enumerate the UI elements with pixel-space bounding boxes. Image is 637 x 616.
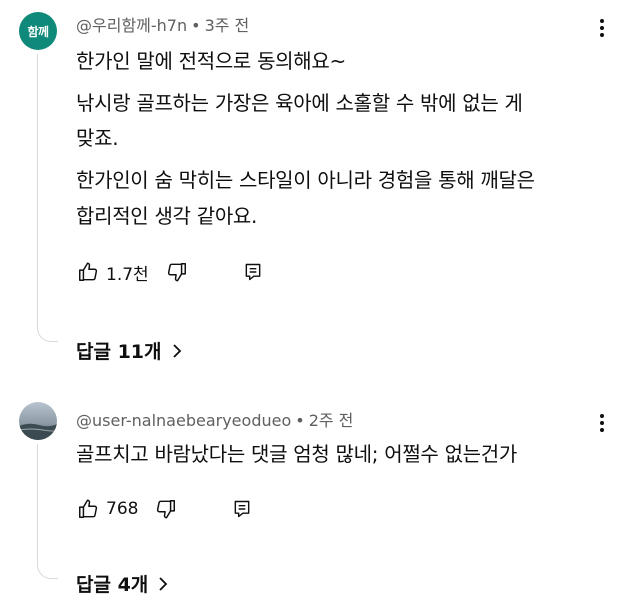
more-vert-icon [600,414,604,418]
avatar[interactable]: 함께 [19,12,57,50]
more-options-button[interactable] [592,15,612,41]
reply-icon[interactable] [230,497,254,521]
thumb-up-icon[interactable] [76,497,100,521]
more-vert-icon-dot [600,428,604,432]
comment-actions: 768 [76,496,254,522]
comment-text-line: 한가인 말에 전적으로 동의해요~ [76,49,346,73]
meta-separator: • [191,16,201,35]
replies-label: 답글 4개 [76,574,149,596]
thumb-down-icon[interactable] [154,497,178,521]
comment-author[interactable]: @우리함께-h7n [76,16,187,35]
chevron-right-icon [159,576,168,591]
comment-time[interactable]: 2주 전 [309,411,354,430]
more-vert-icon-dot [600,26,604,30]
thumb-down-icon[interactable] [165,260,189,284]
comment-text-line: 합리적인 생각 같아요. [76,204,258,228]
more-vert-icon [600,19,604,23]
thread-line [37,54,58,342]
thumb-up-icon[interactable] [76,260,100,284]
comment-text-line: 골프치고 바람났다는 댓글 엄청 많네; 어쩔수 없는건가 [76,442,517,466]
avatar-text: 함께 [27,24,49,39]
comment-text-line: 한가인이 숨 막히는 스타일이 아니라 경험을 통해 깨달은 [76,168,535,192]
view-replies-button[interactable]: 답글 4개 [76,570,168,597]
comment-text-line: 맞죠. [76,126,119,150]
comment-meta: @우리함께-h7n • 3주 전 [76,12,249,36]
avatar[interactable] [19,402,57,440]
more-vert-icon-dot [600,421,604,425]
comments-page: 함께 @우리함께-h7n • 3주 전 한가인 말에 전적으로 동의해요~ 낚시랑 … [0,0,637,616]
comment: 함께 @우리함께-h7n • 3주 전 한가인 말에 전적으로 동의해요~ 낚시랑 … [0,0,637,380]
reply-icon[interactable] [241,260,265,284]
like-count: 768 [106,499,139,519]
like-count: 1.7천 [106,264,149,285]
view-replies-button[interactable]: 답글 11개 [76,337,182,364]
more-options-button[interactable] [592,410,612,436]
more-vert-icon-dot [600,33,604,37]
thread-line [37,444,58,579]
chevron-right-icon [172,343,181,358]
comment-time[interactable]: 3주 전 [205,16,250,35]
comment-meta: @user-nalnaebearyeodueo • 2주 전 [76,407,353,431]
comment-author[interactable]: @user-nalnaebearyeodueo [76,411,291,430]
comment-actions: 1.7천 [76,259,265,285]
replies-label: 답글 11개 [76,341,162,363]
meta-separator: • [295,411,305,430]
comment-text-line: 낚시랑 골프하는 가장은 육아에 소홀할 수 밖에 없는 게 [76,91,523,115]
